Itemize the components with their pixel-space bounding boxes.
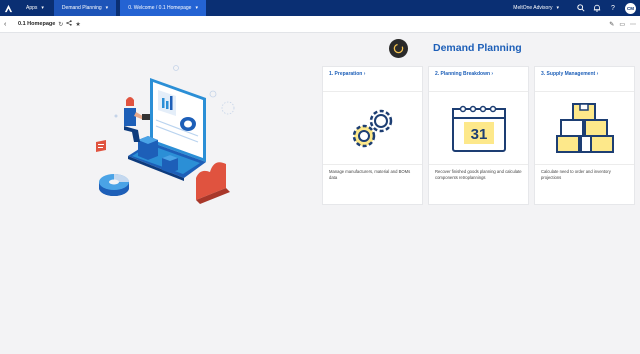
card-description: Manage manufacturers, material and BOMs … — [329, 169, 411, 180]
anaplan-logo-icon[interactable] — [0, 0, 16, 16]
gears-icon — [323, 92, 422, 165]
star-icon[interactable]: ★ — [75, 21, 80, 28]
planning-illustration — [88, 60, 248, 210]
model-label: Demand Planning — [61, 5, 102, 11]
card-title-link[interactable]: 3. Supply Management › — [535, 67, 634, 92]
model-menu[interactable]: Demand Planning ▾ — [53, 0, 117, 16]
page-menu[interactable]: 0. Welcome / 0.1 Homepage ▾ — [120, 0, 206, 16]
help-icon[interactable]: ? — [605, 0, 621, 16]
avatar[interactable]: CM — [625, 2, 636, 14]
card-title: 2. Planning Breakdown — [435, 71, 491, 77]
card-preparation[interactable]: 1. Preparation › Manage manufacturers, m… — [322, 66, 423, 205]
company-logo — [389, 39, 408, 58]
workspace-selector[interactable]: MeltOne Advisory ▾ — [507, 5, 565, 11]
card-description: Calculate need to order and inventory pr… — [541, 169, 611, 180]
workspace-label: MeltOne Advisory — [513, 5, 553, 11]
apps-menu[interactable]: Apps ▾ — [20, 0, 50, 16]
page-heading: Demand Planning — [433, 42, 522, 54]
chevron-right-icon: › — [491, 71, 494, 77]
chevron-down-icon: ▾ — [195, 5, 198, 11]
page-title: 0.1 Homepage — [18, 21, 56, 27]
back-arrow-icon[interactable]: ‹ — [4, 21, 12, 28]
card-title-link[interactable]: 2. Planning Breakdown › — [429, 67, 528, 92]
edit-icon[interactable]: ✎ — [609, 21, 614, 28]
card-title: 1. Preparation — [329, 71, 363, 77]
comment-icon[interactable]: ▭ — [619, 21, 625, 28]
card-planning-breakdown[interactable]: 2. Planning Breakdown › 31 Recover finis… — [428, 66, 529, 205]
chevron-down-icon: ▾ — [105, 5, 109, 11]
card-supply-management[interactable]: 3. Supply Management › Calculate need to… — [534, 66, 635, 205]
more-options-icon[interactable]: ⋯ — [630, 21, 636, 28]
chevron-down-icon: ▾ — [41, 5, 44, 11]
calendar-day: 31 — [470, 126, 487, 143]
boxes-icon — [535, 92, 634, 165]
page-header: ‹ 0.1 Homepage ↻ ★ ✎ ▭ ⋯ — [0, 16, 640, 33]
card-title-link[interactable]: 1. Preparation › — [323, 67, 422, 92]
share-icon[interactable] — [66, 20, 73, 28]
chevron-right-icon: › — [363, 71, 366, 77]
apps-label: Apps — [26, 5, 38, 11]
top-nav-bar: Apps ▾ Demand Planning ▾ 0. Welcome / 0.… — [0, 0, 640, 16]
card-description: Recover finished goods planning and calc… — [435, 169, 522, 180]
card-title: 3. Supply Management — [541, 71, 596, 77]
bell-icon[interactable] — [589, 0, 605, 16]
chevron-down-icon: ▾ — [556, 5, 559, 11]
page-menu-label: 0. Welcome / 0.1 Homepage — [128, 5, 192, 11]
search-icon[interactable] — [573, 0, 589, 16]
chevron-right-icon: › — [596, 71, 599, 77]
refresh-icon[interactable]: ↻ — [58, 21, 63, 28]
calendar-icon: 31 — [429, 92, 528, 165]
